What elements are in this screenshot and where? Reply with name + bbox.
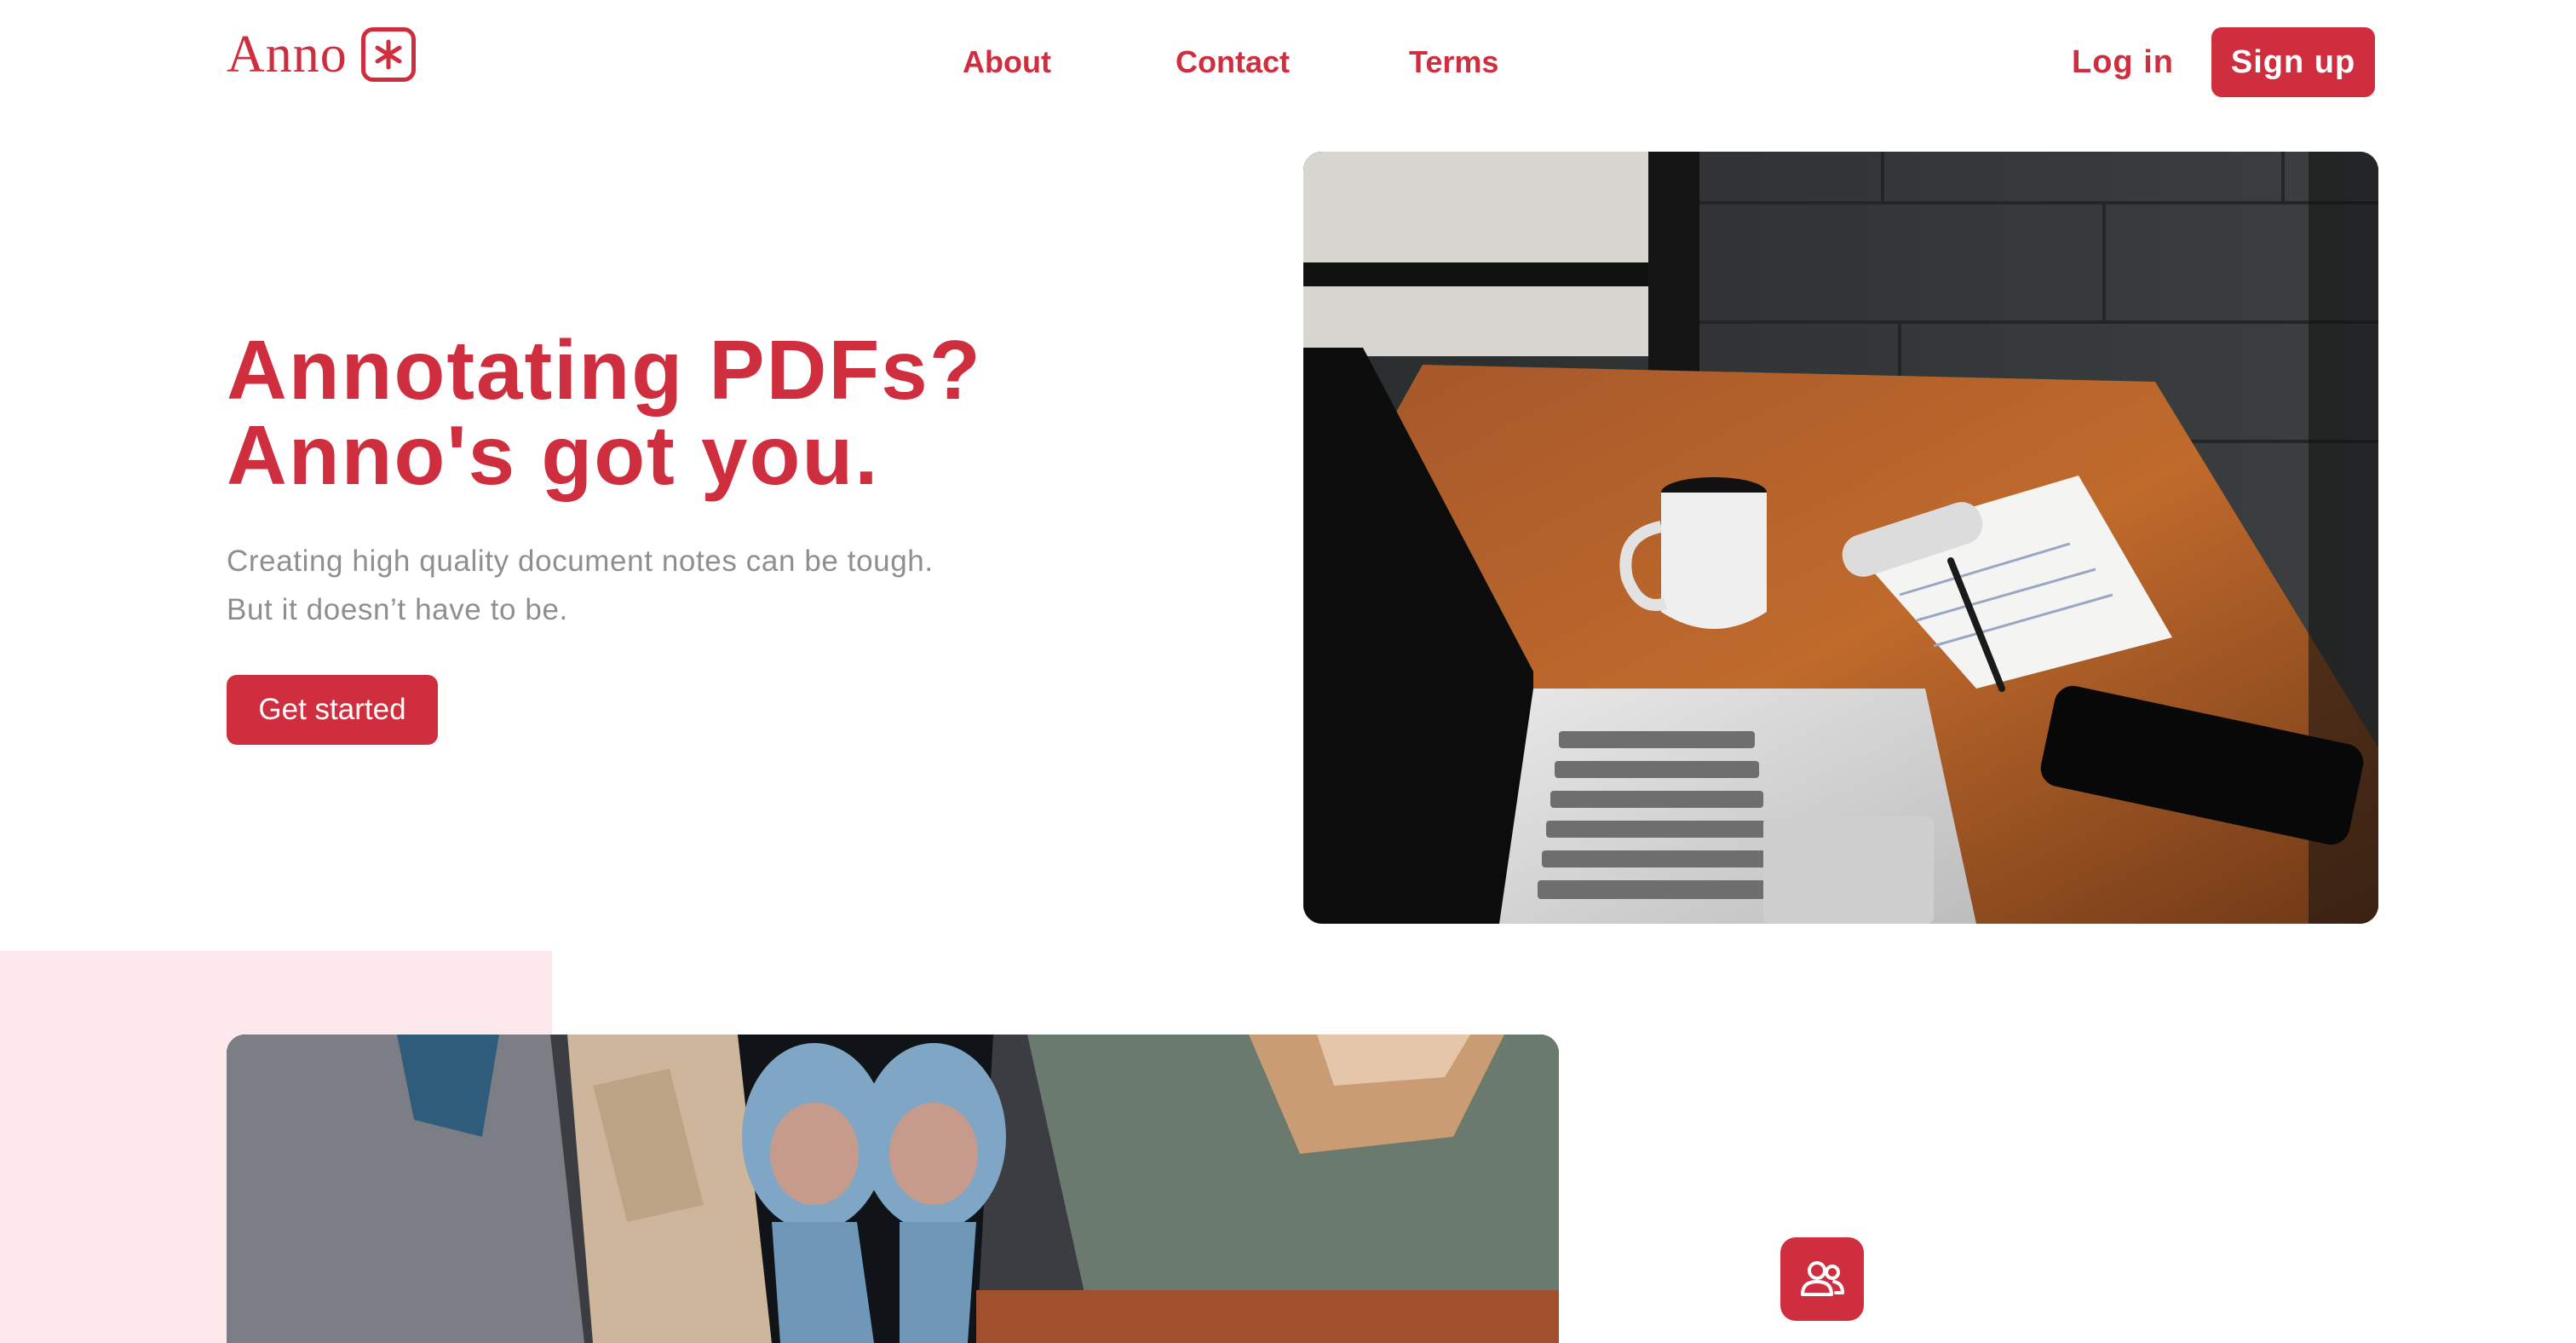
main-nav: About Contact Terms bbox=[0, 41, 2576, 84]
feature-photo bbox=[227, 1035, 1559, 1343]
nav-link-terms[interactable]: Terms bbox=[1409, 41, 1498, 84]
hero-subtitle-line-1: Creating high quality document notes can… bbox=[227, 545, 934, 578]
get-started-button[interactable]: Get started bbox=[227, 675, 438, 745]
hero-photo bbox=[1303, 152, 2378, 924]
hero-title-line-1: Annotating PDFs? bbox=[227, 323, 982, 417]
hero-title-line-2: Anno's got you. bbox=[227, 408, 880, 502]
login-link[interactable]: Log in bbox=[2072, 41, 2174, 84]
nav-link-about[interactable]: About bbox=[963, 41, 1051, 84]
hero-title: Annotating PDFs? Anno's got you. bbox=[227, 327, 982, 498]
signup-button[interactable]: Sign up bbox=[2211, 27, 2375, 97]
hero-subtitle: Creating high quality document notes can… bbox=[227, 537, 934, 634]
nav-link-contact[interactable]: Contact bbox=[1176, 41, 1290, 84]
users-icon bbox=[1780, 1237, 1864, 1321]
hero-subtitle-line-2: But it doesn’t have to be. bbox=[227, 593, 568, 626]
